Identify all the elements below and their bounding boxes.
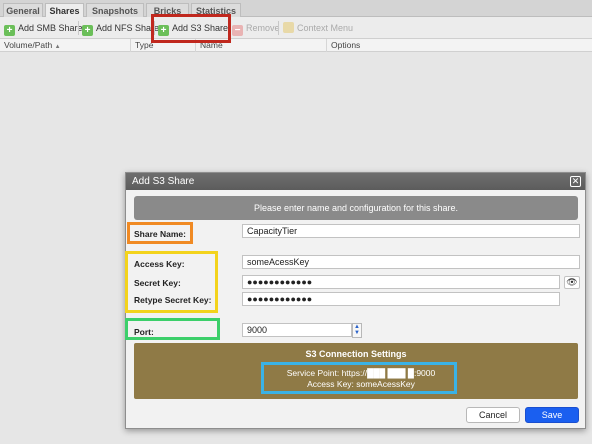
- add-nfs-share-label: Add NFS Share: [96, 23, 160, 33]
- retype-secret-key-input[interactable]: ●●●●●●●●●●●●: [242, 292, 560, 306]
- save-button[interactable]: Save: [525, 407, 579, 423]
- add-s3-share-label: Add S3 Share: [172, 23, 229, 33]
- plus-icon: +: [4, 25, 15, 36]
- tab-statistics[interactable]: Statistics: [191, 3, 241, 17]
- toolbar-divider: [154, 21, 155, 35]
- s3-connection-settings-panel: S3 Connection Settings Service Point: ht…: [134, 343, 578, 399]
- add-nfs-share-button[interactable]: + Add NFS Share: [82, 21, 160, 36]
- access-key-info-text: Access Key: someAcessKey: [307, 379, 415, 389]
- port-stepper[interactable]: ▲ ▼: [352, 323, 362, 338]
- column-options[interactable]: Options: [327, 39, 592, 52]
- access-key-input[interactable]: someAcessKey: [242, 255, 580, 269]
- plus-icon: +: [82, 25, 93, 36]
- service-point-text: Service Point: https://███ ███ █:9000: [286, 368, 436, 378]
- table-header: Volume/Path ▲ Type Name Options: [0, 39, 592, 52]
- add-s3-share-button[interactable]: + Add S3 Share: [158, 21, 229, 36]
- context-menu-button[interactable]: Context Menu: [283, 21, 353, 35]
- remove-label: Remove: [246, 23, 280, 33]
- tab-bar: General Shares Snapshots Bricks Statisti…: [0, 0, 592, 18]
- port-label: Port:: [134, 327, 154, 337]
- context-menu-icon: [283, 22, 294, 33]
- column-name[interactable]: Name: [196, 39, 327, 52]
- share-name-label: Share Name:: [134, 229, 186, 239]
- context-menu-label: Context Menu: [297, 23, 354, 33]
- column-volume-path-label: Volume/Path: [4, 40, 53, 50]
- cancel-button[interactable]: Cancel: [466, 407, 520, 423]
- column-type[interactable]: Type: [131, 39, 196, 52]
- sort-asc-icon: ▲: [54, 44, 61, 50]
- secret-key-input[interactable]: ●●●●●●●●●●●●: [242, 275, 560, 289]
- s3-connection-info: Service Point: https://███ ███ █:9000 Ac…: [268, 365, 454, 393]
- dialog-instructions: Please enter name and configuration for …: [134, 196, 578, 220]
- add-s3-share-dialog: Add S3 Share ✕ Please enter name and con…: [125, 172, 586, 429]
- s3-settings-title: S3 Connection Settings: [305, 349, 407, 359]
- chevron-down-icon[interactable]: ▼: [353, 330, 361, 336]
- toolbar-divider: [78, 21, 79, 35]
- close-icon[interactable]: ✕: [570, 176, 581, 187]
- access-key-label: Access Key:: [134, 259, 185, 269]
- add-smb-share-label: Add SMB Share: [18, 23, 83, 33]
- tab-snapshots[interactable]: Snapshots: [86, 3, 144, 17]
- toolbar: + Add SMB Share + Add NFS Share + Add S3 Sh…: [0, 17, 592, 39]
- tab-general[interactable]: General: [3, 3, 43, 17]
- retype-secret-key-label: Retype Secret Key:: [134, 295, 212, 305]
- tab-bricks[interactable]: Bricks: [146, 3, 189, 17]
- tab-shares[interactable]: Shares: [45, 3, 84, 18]
- plus-icon: +: [158, 25, 169, 36]
- dialog-title: Add S3 Share: [126, 173, 585, 190]
- minus-icon: −: [232, 25, 243, 36]
- remove-button[interactable]: − Remove: [232, 21, 280, 36]
- column-volume-path[interactable]: Volume/Path ▲: [0, 39, 131, 52]
- toolbar-divider: [278, 21, 279, 35]
- add-smb-share-button[interactable]: + Add SMB Share: [4, 21, 83, 36]
- eye-icon[interactable]: 👁: [564, 276, 580, 289]
- share-name-input[interactable]: CapacityTier: [242, 224, 580, 238]
- secret-key-label: Secret Key:: [134, 278, 181, 288]
- port-input[interactable]: 9000: [242, 323, 352, 337]
